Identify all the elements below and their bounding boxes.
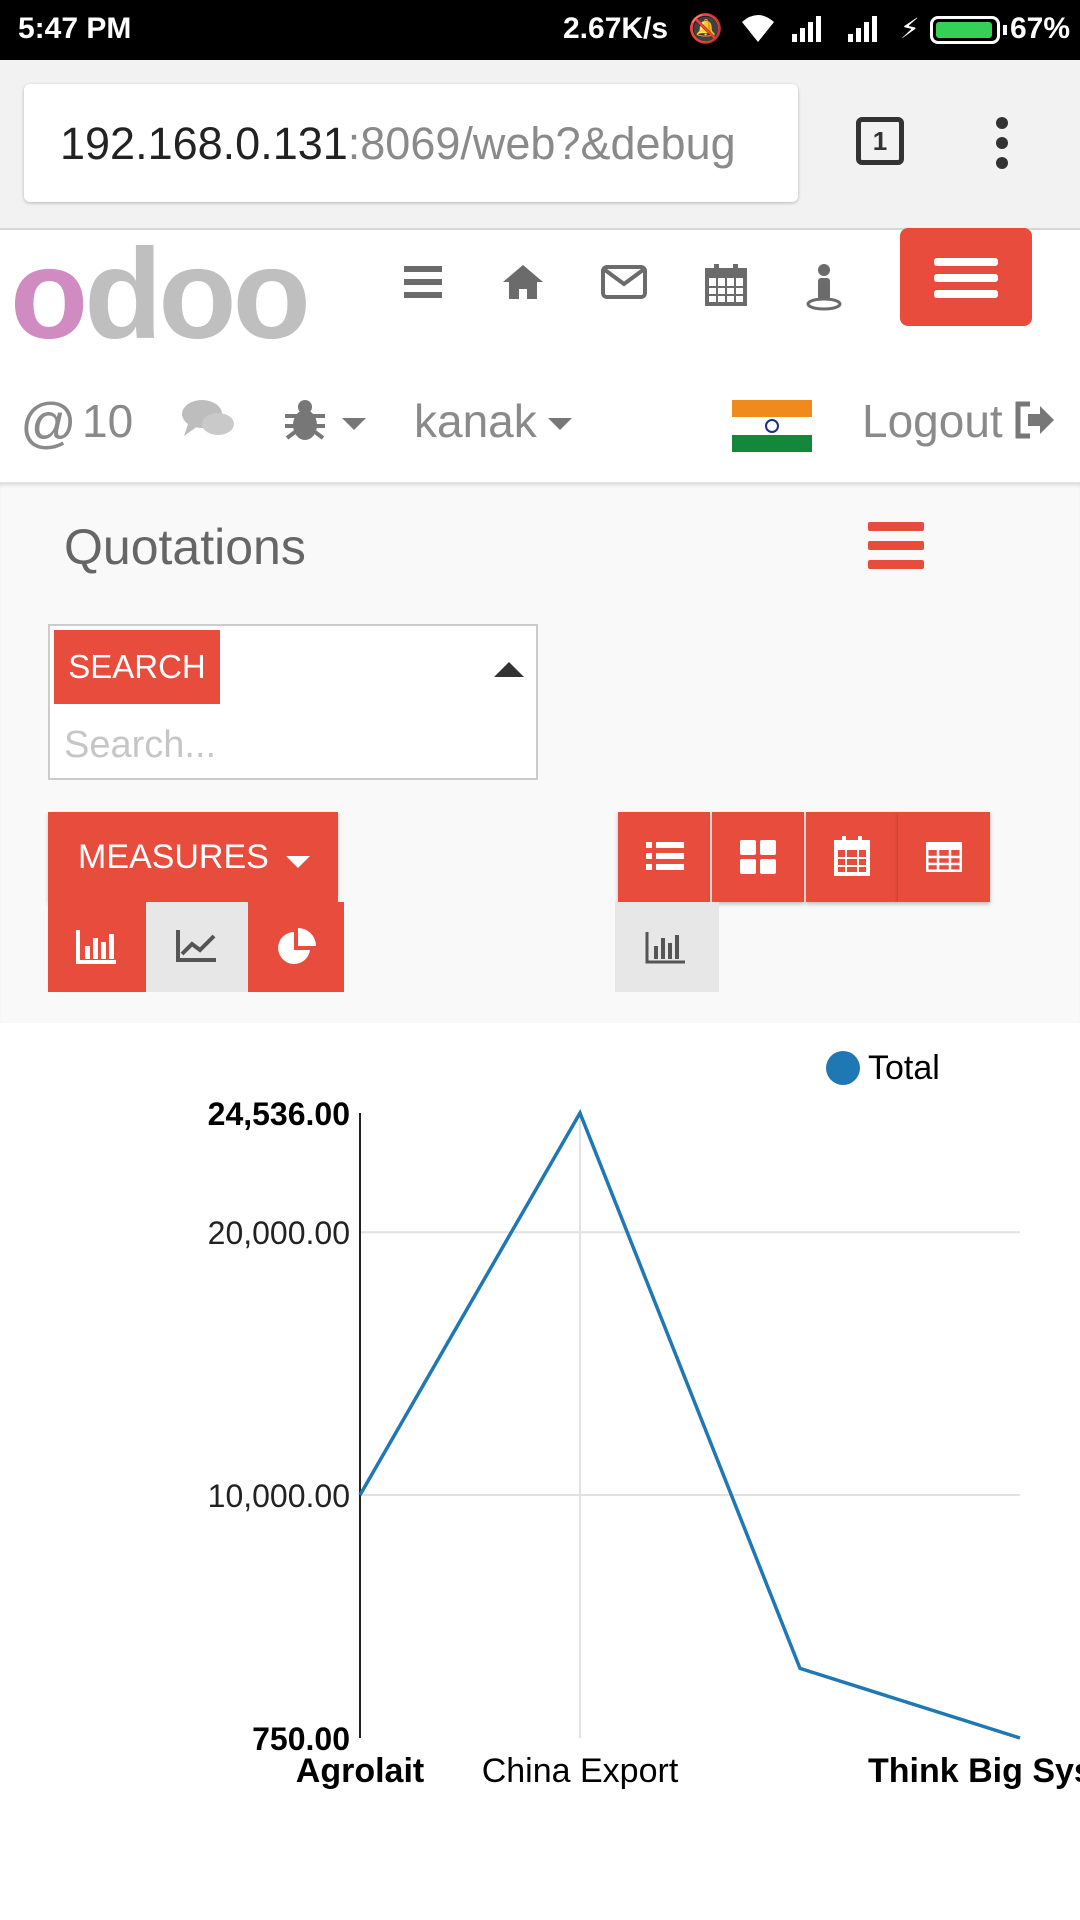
user-dropdown-caret[interactable] (548, 418, 572, 430)
control-panel-menu-button[interactable] (868, 522, 924, 570)
mention-count[interactable]: 10 (82, 394, 133, 448)
status-bar: 5:47 PM 2.67K/s 🔕 ⚡ 67% (0, 0, 1080, 60)
url-bar[interactable]: 192.168.0.131:8069/web?&debug (24, 84, 798, 202)
legend-label-total[interactable]: Total (868, 1049, 940, 1087)
home-icon[interactable] (500, 262, 548, 310)
x-tick-label: Agrolait (296, 1752, 424, 1790)
debug-bug-icon[interactable] (282, 398, 328, 449)
india-flag-icon[interactable] (732, 400, 812, 452)
calendar-icon[interactable] (704, 262, 752, 310)
bar-chart-button[interactable] (48, 902, 146, 992)
debug-dropdown-caret[interactable] (342, 418, 366, 430)
calendar-icon (834, 836, 870, 876)
url-text[interactable]: 192.168.0.131:8069/web?&debug (60, 118, 736, 170)
status-time: 5:47 PM (18, 12, 132, 45)
network-speed: 2.67K/s (563, 12, 669, 45)
graph-view-button[interactable] (615, 902, 719, 992)
graph-icon (645, 932, 685, 964)
line-chart: 24,536.0020,000.0010,000.00750.00Agrolai… (208, 1049, 1080, 1790)
search-button[interactable]: SEARCH (54, 630, 220, 704)
browser-menu-button[interactable] (996, 117, 1010, 169)
url-host: 192.168.0.131 (60, 118, 348, 169)
search-input[interactable] (62, 716, 526, 774)
series-line-total (358, 1108, 1021, 1740)
y-tick-label: 24,536.00 (208, 1096, 350, 1132)
logout-icon[interactable] (1012, 400, 1056, 445)
kanban-icon (740, 840, 776, 874)
chat-icon[interactable] (180, 398, 236, 447)
mute-icon: 🔕 (688, 13, 723, 44)
menu-icon[interactable] (402, 262, 450, 310)
line-chart-button[interactable] (146, 902, 248, 992)
bar-chart-icon (76, 930, 116, 964)
user-menu[interactable]: kanak (414, 394, 537, 448)
wifi-icon (738, 12, 778, 53)
measures-caret (286, 856, 310, 868)
battery-icon (930, 16, 1007, 44)
pie-chart-icon (278, 928, 316, 964)
list-icon (646, 842, 684, 870)
calendar-view-button[interactable] (806, 812, 898, 902)
user-icon[interactable] (804, 262, 852, 311)
y-tick-label: 10,000.00 (208, 1478, 350, 1514)
line-chart-icon (176, 930, 216, 962)
battery-percent: 67% (1010, 12, 1071, 45)
page-title: Quotations (64, 519, 306, 575)
signal-icon (790, 12, 830, 51)
mail-icon[interactable] (600, 262, 648, 310)
charging-icon: ⚡ (900, 13, 920, 44)
kanban-view-button[interactable] (712, 812, 804, 902)
url-path: :8069/web?&debug (347, 118, 736, 169)
list-view-button[interactable] (618, 812, 710, 902)
pivot-view-button[interactable] (898, 812, 990, 902)
search-options-toggle[interactable] (494, 662, 524, 677)
signal-icon-2 (846, 12, 886, 51)
tab-switcher-button[interactable]: 1 (856, 117, 904, 165)
x-tick-label: Think Big Sys (868, 1752, 1080, 1790)
odoo-logo[interactable]: odoo (10, 231, 311, 359)
mention-icon[interactable]: @ (20, 390, 77, 455)
logout-link[interactable]: Logout (862, 394, 1003, 448)
legend-marker-total[interactable] (826, 1051, 860, 1085)
x-tick-label: China Export (482, 1752, 679, 1790)
app-menu-toggle-button[interactable] (900, 228, 1032, 326)
table-icon (926, 842, 962, 872)
y-tick-label: 20,000.00 (208, 1215, 350, 1251)
measures-label: MEASURES (78, 838, 269, 876)
pie-chart-button[interactable] (248, 902, 344, 992)
